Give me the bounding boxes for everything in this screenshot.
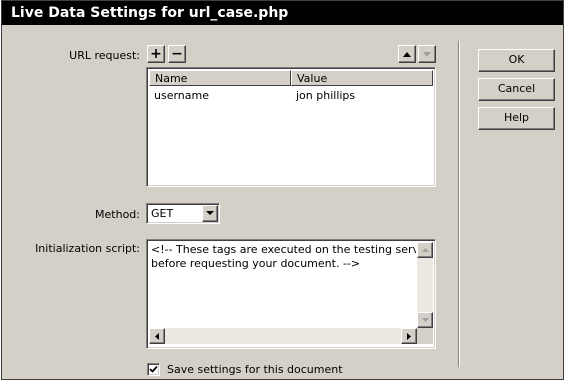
method-label: Method: bbox=[95, 208, 140, 221]
init-script-label: Initialization script: bbox=[35, 242, 140, 255]
live-data-settings-dialog: Live Data Settings for url_case.php URL … bbox=[1, 0, 564, 380]
ok-button[interactable]: OK bbox=[478, 49, 555, 72]
save-settings-label: Save settings for this document bbox=[167, 362, 343, 376]
init-script-line-2: before requesting your document. --> bbox=[151, 257, 361, 270]
scroll-right-button[interactable] bbox=[401, 328, 417, 344]
up-arrow-icon bbox=[403, 51, 411, 57]
plus-icon: + bbox=[150, 46, 162, 62]
vertical-separator bbox=[458, 41, 460, 367]
method-value: GET bbox=[151, 207, 174, 220]
method-dropdown-button[interactable] bbox=[202, 205, 218, 222]
init-script-line-1: <!-- These tags are executed on the test… bbox=[151, 243, 416, 256]
url-request-label: URL request: bbox=[69, 49, 140, 62]
scroll-up-button[interactable] bbox=[417, 242, 433, 258]
checkmark-icon bbox=[149, 365, 158, 373]
method-select[interactable]: GET bbox=[146, 203, 220, 224]
init-script-textarea[interactable]: <!-- These tags are executed on the test… bbox=[146, 239, 436, 349]
right-arrow-icon bbox=[407, 332, 411, 340]
dialog-title: Live Data Settings for url_case.php bbox=[2, 1, 563, 25]
add-parameter-button[interactable]: + bbox=[147, 45, 165, 63]
table-row[interactable]: username jon phillips bbox=[149, 88, 433, 103]
horizontal-scrollbar[interactable] bbox=[149, 328, 417, 344]
column-header-name[interactable]: Name bbox=[149, 70, 291, 86]
url-parameters-table: Name Value username jon phillips bbox=[146, 67, 436, 187]
param-name-cell: username bbox=[154, 89, 209, 102]
param-value-cell: jon phillips bbox=[296, 89, 356, 102]
scroll-left-button[interactable] bbox=[149, 328, 165, 344]
vertical-scrollbar[interactable] bbox=[417, 242, 433, 328]
help-button-label: Help bbox=[503, 111, 530, 124]
down-arrow-icon bbox=[421, 318, 429, 322]
cancel-button[interactable]: Cancel bbox=[478, 78, 555, 101]
up-arrow-icon bbox=[421, 248, 429, 252]
init-script-text: <!-- These tags are executed on the test… bbox=[151, 243, 416, 271]
save-settings-checkbox[interactable] bbox=[147, 362, 160, 376]
scroll-down-button[interactable] bbox=[417, 312, 433, 328]
column-header-value[interactable]: Value bbox=[291, 70, 433, 86]
help-button[interactable]: Help bbox=[478, 107, 555, 130]
move-up-button[interactable] bbox=[398, 45, 416, 63]
save-settings-option[interactable]: Save settings for this document bbox=[147, 362, 343, 376]
dropdown-arrow-icon bbox=[206, 211, 214, 215]
minus-icon: − bbox=[171, 46, 183, 62]
down-arrow-icon bbox=[423, 51, 431, 57]
left-arrow-icon bbox=[155, 332, 159, 340]
remove-parameter-button[interactable]: − bbox=[168, 45, 186, 63]
scrollbar-corner bbox=[417, 328, 433, 344]
move-down-button[interactable] bbox=[418, 45, 436, 63]
